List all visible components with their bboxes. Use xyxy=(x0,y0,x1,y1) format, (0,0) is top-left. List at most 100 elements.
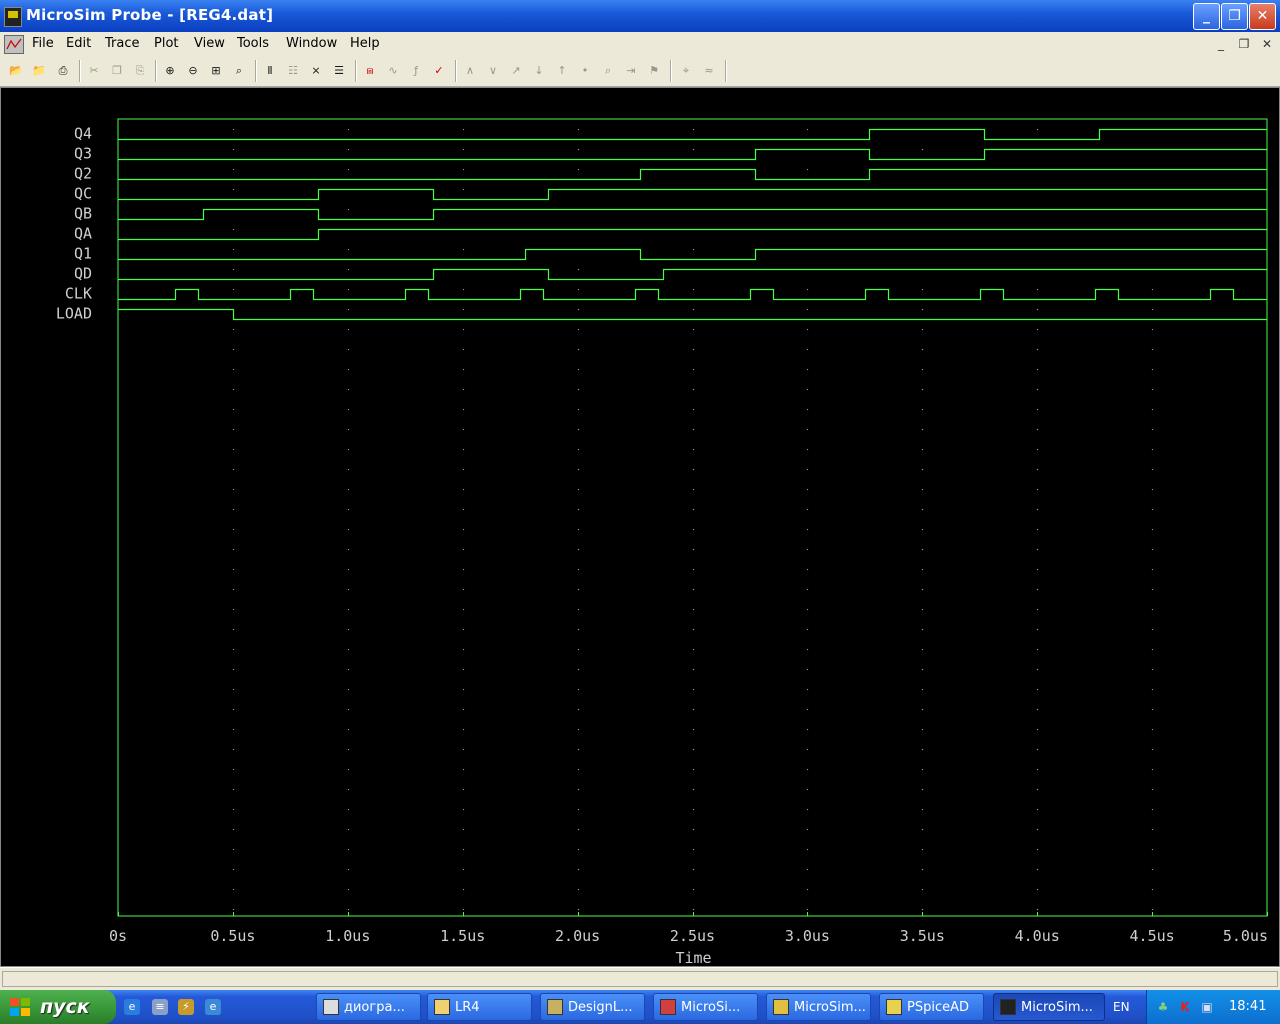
mark-label-icon[interactable]: ⚑ xyxy=(644,61,664,81)
x-tick-label: 5.0us xyxy=(1223,927,1268,945)
cut-icon[interactable]: ✂ xyxy=(84,61,104,81)
mdi-close-button[interactable]: ✕ xyxy=(1259,36,1275,52)
zoom-area-icon[interactable]: ⊞ xyxy=(206,61,226,81)
signal-label-q2: Q2 xyxy=(74,165,92,183)
browser-icon[interactable]: e xyxy=(205,999,221,1015)
open-file-icon[interactable]: 📁 xyxy=(29,61,49,81)
network-icon[interactable]: ♣ xyxy=(1155,999,1171,1015)
fourier-icon[interactable]: ƒ xyxy=(406,61,426,81)
x-tick-label: 0s xyxy=(109,927,127,945)
trace-qc xyxy=(118,188,1267,201)
taskbar-item-pspicead[interactable]: PSpiceAD xyxy=(879,993,984,1021)
windows-flag-icon xyxy=(10,998,30,1016)
list-icon[interactable]: ☰ xyxy=(329,61,349,81)
add-plot-icon[interactable]: ☷ xyxy=(283,61,303,81)
minimize-button[interactable]: _ xyxy=(1193,3,1220,30)
x-tick-label: 1.0us xyxy=(325,927,370,945)
axis-settings-icon[interactable]: Ⅱ xyxy=(260,61,280,81)
x-axis-title: Time xyxy=(675,949,711,966)
taskbar-item-microsim-2[interactable]: MicroSim... xyxy=(766,993,871,1021)
language-indicator[interactable]: EN xyxy=(1113,1000,1130,1014)
trace-qd xyxy=(118,268,1267,281)
x-tick-label: 4.0us xyxy=(1015,927,1060,945)
document-icon xyxy=(323,999,339,1015)
signal-label-clk: CLK xyxy=(65,285,92,303)
trough-icon[interactable]: ∨ xyxy=(483,61,503,81)
cursor-toggle-icon[interactable]: ✓ xyxy=(429,61,449,81)
start-button[interactable]: пуск xyxy=(0,990,116,1024)
menu-view[interactable]: View xyxy=(194,36,225,51)
x-tick-label: 1.5us xyxy=(440,927,485,945)
trace-q1 xyxy=(118,248,1267,261)
max-icon[interactable]: ↑ xyxy=(552,61,572,81)
add-trace-icon[interactable]: ⩎ xyxy=(360,61,380,81)
maximize-button[interactable]: ❐ xyxy=(1221,3,1248,30)
next-transition-icon[interactable]: ⇥ xyxy=(621,61,641,81)
menu-file[interactable]: File xyxy=(32,36,54,51)
signal-label-q1: Q1 xyxy=(74,245,92,263)
menu-bar: File Edit Trace Plot View Tools Window H… xyxy=(0,32,1280,56)
open-folder-icon[interactable]: 📂 xyxy=(6,61,26,81)
close-button[interactable]: ✕ xyxy=(1249,3,1276,30)
probe-app-icon[interactable] xyxy=(4,7,22,27)
mark-data-icon[interactable]: ⌖ xyxy=(676,61,696,81)
zoom-in-icon[interactable]: ⊕ xyxy=(160,61,180,81)
slope-icon[interactable]: ↗ xyxy=(506,61,526,81)
signal-label-q4: Q4 xyxy=(74,125,92,143)
toggle-digital-icon[interactable]: ⨯ xyxy=(306,61,326,81)
menu-trace[interactable]: Trace xyxy=(105,36,140,51)
peak-icon[interactable]: ∧ xyxy=(460,61,480,81)
pspice-icon xyxy=(886,999,902,1015)
zoom-fit-icon[interactable]: ⌕ xyxy=(229,61,249,81)
system-tray: ♣ K ▣ 18:41 xyxy=(1146,990,1280,1024)
document-system-icon[interactable] xyxy=(4,35,24,54)
menu-edit[interactable]: Edit xyxy=(66,36,91,51)
mdi-restore-button[interactable]: ❐ xyxy=(1236,36,1252,52)
taskbar-item-lr4[interactable]: LR4 xyxy=(427,993,532,1021)
plot-window-icon[interactable]: ≈ xyxy=(699,61,719,81)
trace-q4 xyxy=(118,128,1267,141)
title-bar[interactable]: MicroSim Probe - [REG4.dat] _ ❐ ✕ xyxy=(0,0,1280,32)
x-tick-label: 2.5us xyxy=(670,927,715,945)
probe-plot-window[interactable]: Q4 Q3 Q2 QC QB QA Q1 QD CLK LOAD 0s 0.5us 1.0us 1.5u… xyxy=(0,87,1280,967)
winamp-icon[interactable]: ⚡ xyxy=(178,999,194,1015)
menu-plot[interactable]: Plot xyxy=(154,36,179,51)
menu-tools[interactable]: Tools xyxy=(237,36,269,51)
signal-label-qc: QC xyxy=(74,185,92,203)
designlab-icon xyxy=(547,999,563,1015)
taskbar-item-designlab[interactable]: DesignL... xyxy=(540,993,645,1021)
clock[interactable]: 18:41 xyxy=(1229,999,1266,1014)
min-icon[interactable]: ↓ xyxy=(529,61,549,81)
signal-label-load: LOAD xyxy=(56,305,92,323)
notepad-icon[interactable]: ≡ xyxy=(152,999,168,1015)
search-icon[interactable]: ⌕ xyxy=(598,61,618,81)
mdi-minimize-button[interactable]: _ xyxy=(1213,36,1229,52)
zoom-out-icon[interactable]: ⊖ xyxy=(183,61,203,81)
monitor-icon[interactable]: ▣ xyxy=(1199,999,1215,1015)
trace-q3 xyxy=(118,148,1267,161)
copy-icon[interactable]: ❐ xyxy=(107,61,127,81)
antivirus-icon[interactable]: K xyxy=(1177,999,1193,1015)
signal-label-qb: QB xyxy=(74,205,92,223)
window-title: MicroSim Probe - [REG4.dat] xyxy=(26,6,274,24)
x-tick-label: 2.0us xyxy=(555,927,600,945)
signal-label-qa: QA xyxy=(74,225,92,243)
probe-icon xyxy=(1000,999,1016,1015)
x-tick-label: 4.5us xyxy=(1130,927,1175,945)
taskbar-item-document[interactable]: диогра... xyxy=(316,993,421,1021)
taskbar-item-probe[interactable]: MicroSim... xyxy=(993,993,1105,1021)
print-icon[interactable]: ⎙ xyxy=(53,61,73,81)
ie-icon[interactable]: e xyxy=(124,999,140,1015)
menu-window[interactable]: Window xyxy=(286,36,337,51)
toolbar: 📂 📁 ⎙ ✂ ❐ ⎘ ⊕ ⊖ ⊞ ⌕ Ⅱ ☷ ⨯ ☰ ⩎ ∿ ƒ ✓ ∧ ∨ … xyxy=(0,56,1280,87)
signal-label-qd: QD xyxy=(74,265,92,283)
x-tick-label: 3.5us xyxy=(900,927,945,945)
start-label: пуск xyxy=(40,996,90,1018)
point-icon[interactable]: • xyxy=(575,61,595,81)
microsim-icon xyxy=(660,999,676,1015)
timing-diagram[interactable]: Q4 Q3 Q2 QC QB QA Q1 QD CLK LOAD 0s 0.5us 1.0us 1.5u… xyxy=(1,88,1279,966)
paste-icon[interactable]: ⎘ xyxy=(130,61,150,81)
taskbar-item-microsim-1[interactable]: MicroSi... xyxy=(653,993,758,1021)
eval-goal-icon[interactable]: ∿ xyxy=(383,61,403,81)
menu-help[interactable]: Help xyxy=(350,36,380,51)
